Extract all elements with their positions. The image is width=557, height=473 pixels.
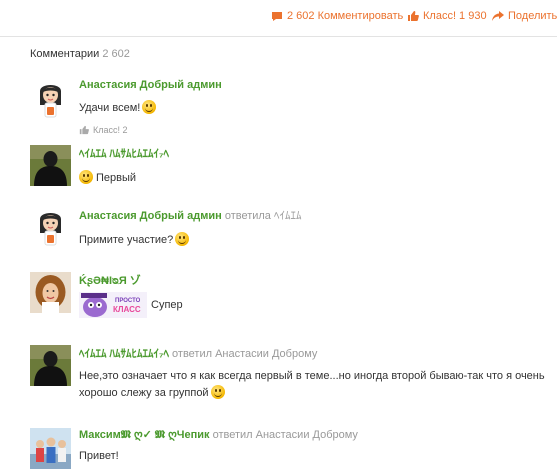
reply-meta: ответила ﾍｲﾑｴﾑ: [224, 210, 302, 222]
sticker-image: ПРОСТО КЛАСС: [79, 292, 147, 318]
reply-meta: ответил Анастасии Доброму: [172, 348, 318, 360]
post-action-bar: 2 602 Комментировать Класс! 1 930 Подели…: [0, 0, 557, 37]
comment-text: Удачи всем!: [79, 100, 549, 117]
svg-text:ПРОСТО: ПРОСТО: [115, 298, 141, 304]
smile-emoji-icon: [175, 232, 190, 246]
share-button[interactable]: Поделиться: [492, 10, 557, 22]
comment-bubble-icon: [271, 11, 283, 22]
avatar[interactable]: [30, 207, 71, 248]
comments-count-header: Комментарии 2 602: [30, 48, 130, 60]
comments-label: Комментарии: [30, 48, 100, 60]
like-count: Класс! 2: [93, 125, 128, 135]
smile-emoji-icon: [210, 385, 225, 399]
comment-author[interactable]: ﾍｲﾑｴﾑ ﾊﾑｻﾑﾋﾑｴﾑｲ₇ﾍ: [79, 348, 169, 360]
class-button-label: Класс! 1 930: [423, 10, 487, 22]
comment-text-content: Привет!: [79, 450, 119, 462]
avatar[interactable]: [30, 428, 71, 469]
comment-text-content: Первый: [96, 172, 137, 184]
comments-count: 2 602: [102, 48, 130, 60]
comment-text-content: Нее,это означает что я как всегда первый…: [79, 370, 545, 399]
smile-emoji-icon: [142, 100, 157, 114]
reply-meta: ответил Анастасии Доброму: [212, 429, 358, 441]
comment-text: Нее,это означает что я как всегда первый…: [79, 368, 549, 402]
comment-text: ПРОСТО КЛАСС Супер: [79, 292, 549, 318]
comment-author[interactable]: Анастасия Добрый админ: [79, 79, 222, 91]
avatar[interactable]: [30, 145, 71, 186]
comment-author[interactable]: ḰʂƏ₦ӀᴓЯ ゾ: [79, 275, 141, 287]
thumbs-up-icon: [79, 125, 89, 135]
comment-text: Привет!: [79, 448, 549, 465]
comment-text-content: Супер: [151, 298, 183, 311]
comment-author[interactable]: Анастасия Добрый админ: [79, 210, 222, 222]
avatar[interactable]: [30, 79, 71, 120]
comment-button[interactable]: 2 602 Комментировать: [271, 10, 403, 22]
avatar[interactable]: [30, 272, 71, 313]
comment-text-content: Примите участие?: [79, 234, 174, 246]
svg-text:КЛАСС: КЛАСС: [113, 305, 141, 314]
thumbs-up-icon: [407, 10, 419, 22]
share-arrow-icon: [492, 10, 504, 22]
comment-button-label: 2 602 Комментировать: [287, 10, 404, 22]
smile-emoji-icon: [79, 170, 93, 184]
comment-text-content: Удачи всем!: [79, 102, 141, 114]
share-button-label: Поделиться: [508, 10, 557, 22]
comment-text: Примите участие?: [79, 232, 549, 249]
class-button[interactable]: Класс! 1 930: [407, 10, 487, 22]
avatar[interactable]: [30, 345, 71, 386]
comment-like-button[interactable]: Класс! 2: [79, 125, 549, 135]
comment-author[interactable]: ﾍｲﾑｴﾑ ﾊﾑｻﾑﾋﾑｴﾑｲ₇ﾍ: [79, 148, 169, 160]
comment-author[interactable]: Максим𝕸 ღ✓ 𝕸 ღЧепик: [79, 429, 210, 441]
comment-text: Первый: [79, 170, 549, 187]
